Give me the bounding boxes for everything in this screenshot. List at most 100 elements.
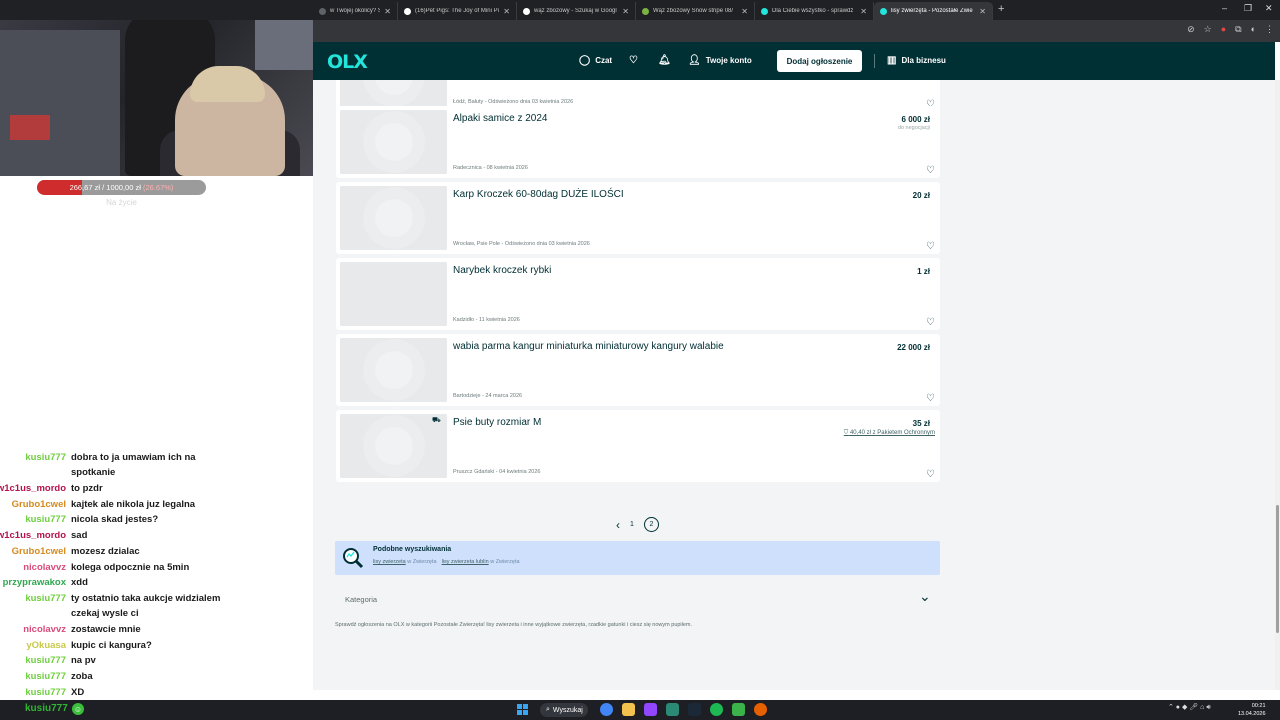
menu-icon[interactable]: ⋮ [1265, 24, 1274, 35]
minimize-button[interactable]: – [1222, 3, 1227, 13]
new-tab-button[interactable]: + [998, 3, 1004, 15]
browser-tab[interactable]: Dla Ciebie wszystko - sprawdź ✕ [755, 2, 874, 20]
tab-close-icon[interactable]: ✕ [503, 7, 510, 16]
heart-icon[interactable]: ♡ [926, 393, 935, 404]
chat-username[interactable]: w1c1us_mordo [0, 528, 66, 544]
app-icon[interactable] [666, 703, 679, 716]
extension-icon[interactable]: ● [1221, 24, 1226, 35]
listing-photo[interactable] [340, 414, 447, 478]
protection-package-link[interactable]: ⛉ 40,40 zł z Pakietem Ochronnym [844, 430, 935, 437]
chat-username[interactable]: nicolavvz [23, 622, 66, 638]
chat-username[interactable]: kusiu777 [25, 512, 66, 528]
tab-close-icon[interactable]: ✕ [622, 7, 629, 16]
listing-photo[interactable] [340, 338, 447, 402]
heart-icon[interactable]: ♡ [926, 165, 935, 176]
browser-tab[interactable]: Wąż zbożowy Snow stripe 08/ ✕ [636, 2, 755, 20]
delivery-icon: ⛟ [432, 417, 441, 424]
browser-tab[interactable]: w Twojej okolicy? Sprawd ✕ [313, 2, 398, 20]
chat-text-continued: czekaj wysle ci [71, 607, 139, 619]
notifications-bell-icon[interactable]: 🔔︎ [658, 55, 676, 66]
windows-start-icon[interactable] [517, 704, 528, 715]
similar-link-1[interactable]: lisy zwierzeta w Zwierzęta [373, 559, 437, 565]
listing-photo[interactable] [340, 110, 447, 174]
account-label: Twoje konto [705, 56, 752, 65]
heart-icon[interactable]: ♡ [926, 241, 935, 252]
chat-text: zoba [71, 671, 93, 682]
tab-close-icon[interactable]: ✕ [384, 7, 391, 16]
taskbar-search[interactable]: ⌕ Wyszukaj [540, 703, 588, 717]
favorites-heart-icon[interactable]: ♡ [629, 55, 643, 66]
chat-username[interactable]: kusiu777 [25, 669, 66, 685]
scrollbar-thumb[interactable] [1276, 505, 1279, 633]
media-icon[interactable] [732, 703, 745, 716]
chat-username[interactable]: przyprawakox [3, 575, 66, 591]
listing-title[interactable]: Psie buty rozmiar M [453, 417, 541, 428]
olx-logo[interactable]: OLX [327, 51, 368, 73]
add-listing-button[interactable]: Dodaj ogłoszenie [777, 50, 862, 72]
chat-username[interactable]: kusiu777 [25, 591, 66, 607]
chat-username[interactable]: nicolavvz [23, 560, 66, 576]
chrome-icon[interactable] [600, 703, 613, 716]
prev-page-button[interactable]: ‹ [616, 518, 620, 532]
page-1-link[interactable]: 1 [630, 521, 634, 528]
page-2-current[interactable]: 2 [643, 517, 659, 532]
similar-link-2[interactable]: lisy zwierzeta lublin w Zwierzęta [442, 559, 520, 565]
chat-username[interactable]: kusiu777 [25, 685, 66, 701]
tab-title: wąż zbożowy - Szukaj w Googl [534, 8, 617, 14]
listing-location-date: Pruszcz Gdański - 04 kwietnia 2026 [453, 469, 541, 475]
twitch-icon[interactable] [644, 703, 657, 716]
browser-tab[interactable]: lisy zwierzęta - Pozostałe Zwie ✕ [874, 2, 993, 20]
chat-link[interactable]: ◯ Czat [579, 55, 612, 66]
address-bar-row: ⊘ ☆ ● ⧉ ◐ ⋮ [313, 20, 1280, 42]
listing-card[interactable]: Psie buty rozmiar M 35 zł ⛉ 40,40 zł z Pak… [336, 410, 940, 482]
heart-icon[interactable]: ♡ [926, 317, 935, 328]
business-link[interactable]: ▥ Dla biznesu [887, 55, 946, 66]
listing-title[interactable]: wabia parma kangur miniaturka miniaturow… [453, 341, 724, 352]
steam-icon[interactable] [688, 703, 701, 716]
tab-title: w Twojej okolicy? Sprawd [330, 8, 380, 14]
listing-location-date: Bartodzieje - 24 marca 2026 [453, 393, 523, 399]
listing-title[interactable]: Alpaki samice z 2024 [453, 113, 548, 124]
listing-photo[interactable] [340, 80, 447, 108]
emote-icon[interactable]: ☺ [72, 703, 84, 715]
chat-username[interactable]: kusiu777 [25, 653, 66, 669]
listing-photo[interactable] [340, 262, 447, 326]
tab-close-icon[interactable]: ✕ [741, 7, 748, 16]
spotify-icon[interactable] [710, 703, 723, 716]
firefox-icon[interactable] [754, 703, 767, 716]
chat-username[interactable]: Grubo1cwel [12, 544, 66, 560]
chat-text: kajtek ale nikola juz legalna [71, 498, 196, 510]
pagination: ‹ 1 2 [616, 517, 659, 532]
browser-tab[interactable]: wąż zbożowy - Szukaj w Googl ✕ [517, 2, 636, 20]
chat-username[interactable]: kusiu777 [25, 450, 66, 466]
tab-title: Wąż zbożowy Snow stripe 08/ [653, 8, 734, 14]
tab-close-icon[interactable]: ✕ [860, 7, 867, 16]
browser-tab[interactable]: (16)Pet Pigs: The Joy of Mini Pi ✕ [398, 2, 517, 20]
chevron-down-icon[interactable]: ⌄ [919, 588, 931, 605]
folder-icon[interactable] [622, 703, 635, 716]
star-icon[interactable]: ☆ [1204, 24, 1212, 35]
listing-card[interactable]: wabia parma kangur miniaturka miniaturow… [336, 334, 940, 406]
listing-title[interactable]: Narybek kroczek rybki [453, 265, 551, 276]
listing-photo[interactable] [340, 186, 447, 250]
chat-username[interactable]: w1c1us_mordo [0, 481, 66, 497]
account-link[interactable]: 👤︎ Twoje konto [688, 55, 752, 66]
restore-button[interactable]: ❐ [1244, 3, 1252, 14]
tab-close-icon[interactable]: ✕ [979, 7, 986, 16]
tray-icons[interactable]: ⌃ ● ◆ 🎤︎ ⌂ 🔊︎ [1168, 703, 1211, 712]
listing-card[interactable]: Narybek kroczek rybki 1 zł Kadzidło - 11 k… [336, 258, 940, 330]
listing-title[interactable]: Karp Kroczek 60-80dag DUŻE ILOŚCI [453, 189, 624, 200]
chat-username[interactable]: yOkuasa [26, 638, 66, 654]
tab-title: Dla Ciebie wszystko - sprawdź [772, 8, 854, 14]
category-accordion-label[interactable]: Kategoria [345, 595, 377, 604]
chat-username[interactable]: Grubo1cwel [12, 497, 66, 513]
window-close-button[interactable]: ✕ [1265, 3, 1273, 14]
eye-off-icon[interactable]: ⊘ [1187, 24, 1195, 35]
taskbar-clock[interactable]: 00:21 13.04.2026 [1238, 702, 1266, 718]
heart-icon[interactable]: ♡ [926, 469, 935, 480]
browser-tab-bar: + – ❐ ✕ w Twojej okolicy? Sprawd✕(16)Pet… [0, 0, 1280, 20]
puzzle-icon[interactable]: ⧉ [1235, 24, 1241, 35]
listing-card[interactable]: Alpaki samice z 2024 6 000 zł do negocjacj… [336, 106, 940, 178]
profile-icon[interactable]: ◐ [1251, 24, 1256, 35]
listing-card[interactable]: Karp Kroczek 60-80dag DUŻE ILOŚCI 20 zł Wr… [336, 182, 940, 254]
